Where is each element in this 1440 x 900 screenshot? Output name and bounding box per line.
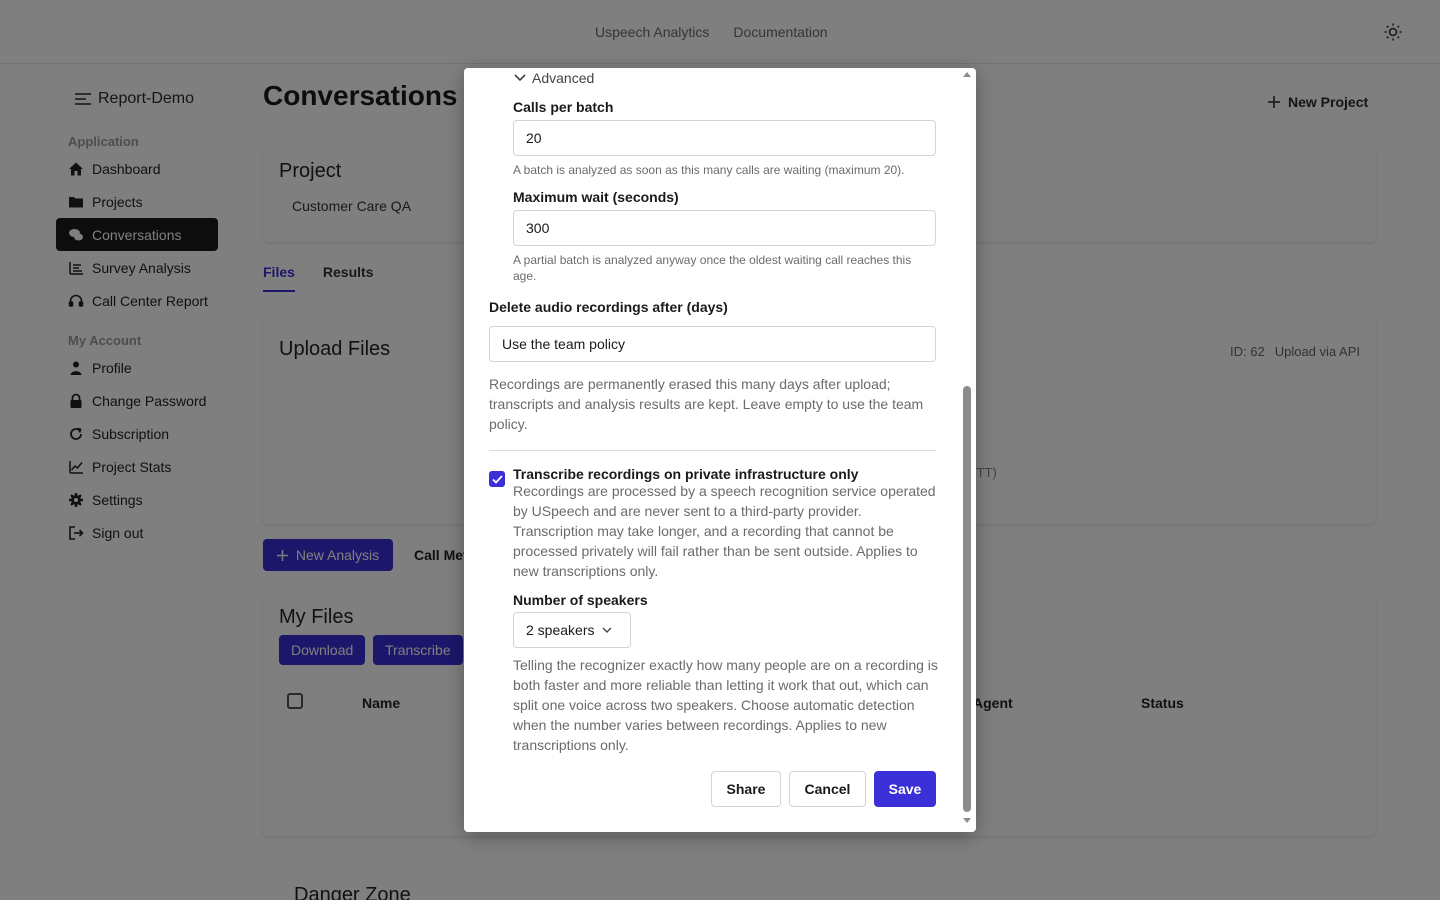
private-transcribe-label[interactable]: Transcribe recordings on private infrast… xyxy=(513,466,858,482)
scrollbar-thumb[interactable] xyxy=(963,386,971,812)
max-wait-help: A partial batch is analyzed anyway once … xyxy=(513,253,912,283)
calls-per-batch-input[interactable]: 20 xyxy=(513,120,936,156)
max-wait-label: Maximum wait (seconds) xyxy=(513,189,679,205)
scroll-up-arrow[interactable] xyxy=(963,72,971,77)
cancel-button[interactable]: Cancel xyxy=(789,771,866,807)
share-button[interactable]: Share xyxy=(711,771,781,807)
calls-per-batch-label: Calls per batch xyxy=(513,99,614,115)
save-button[interactable]: Save xyxy=(874,771,936,807)
speakers-help: Telling the recognizer exactly how many … xyxy=(513,657,938,753)
private-transcribe-help: Recordings are processed by a speech rec… xyxy=(513,483,936,579)
speakers-value: 2 speakers xyxy=(526,622,595,638)
advanced-toggle[interactable]: Advanced xyxy=(514,70,594,86)
calls-per-batch-help: A batch is analyzed as soon as this many… xyxy=(513,163,905,177)
delete-audio-label: Delete audio recordings after (days) xyxy=(489,299,728,315)
advanced-label: Advanced xyxy=(532,70,595,86)
dialog-scrollbar[interactable] xyxy=(961,68,976,832)
delete-audio-input[interactable]: Use the team policy xyxy=(489,326,936,362)
chevron-down-icon xyxy=(514,74,526,82)
scroll-down-arrow[interactable] xyxy=(963,818,971,823)
section-divider xyxy=(489,450,936,451)
check-icon xyxy=(491,474,503,484)
speakers-label: Number of speakers xyxy=(513,592,648,608)
chevron-down-icon xyxy=(602,627,612,633)
delete-audio-help: Recordings are permanently erased this m… xyxy=(489,376,924,432)
private-transcribe-checkbox[interactable] xyxy=(489,471,505,487)
settings-dialog: Advanced Calls per batch 20 A batch is a… xyxy=(464,68,976,832)
speakers-select[interactable]: 2 speakers xyxy=(513,612,631,648)
max-wait-input[interactable]: 300 xyxy=(513,210,936,246)
